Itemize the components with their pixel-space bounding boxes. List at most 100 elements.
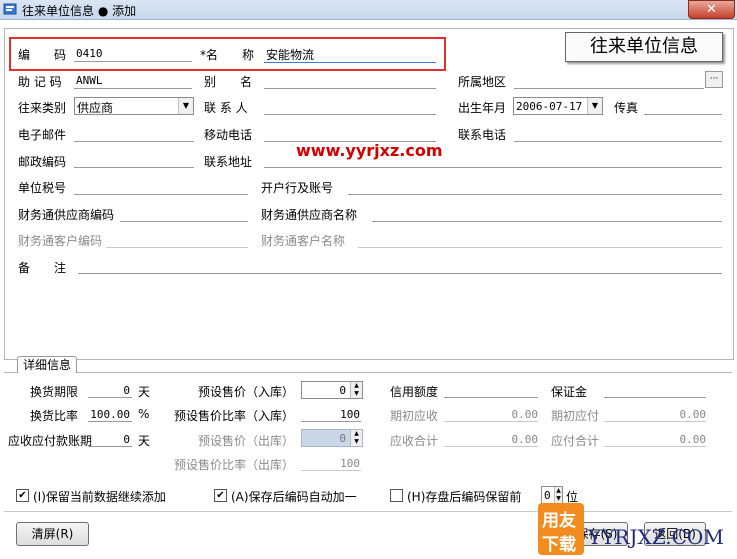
payment-period-unit: 天: [138, 434, 151, 448]
init-receivable-underline: [444, 421, 538, 422]
payable-total-input[interactable]: 0.00: [604, 433, 707, 446]
init-payable-input[interactable]: 0.00: [604, 408, 707, 421]
payment-period-input[interactable]: 0: [92, 433, 130, 446]
exchange-period-unit: 天: [138, 385, 151, 399]
email-input[interactable]: [74, 141, 194, 142]
clear-button-label: 清屏(R): [31, 527, 74, 541]
init-payable-underline: [604, 421, 706, 422]
exchange-ratio-underline: [88, 421, 132, 422]
phone-input[interactable]: [514, 141, 722, 142]
fin-customer-code-label: 财务通客户编码: [18, 234, 103, 248]
preset-price-out-value: 0: [339, 432, 346, 445]
exchange-ratio-unit: %: [138, 407, 150, 421]
preset-price-in-value: 0: [339, 384, 346, 397]
spin-up-icon[interactable]: ▲: [350, 430, 362, 438]
spin-up-icon[interactable]: ▲: [350, 382, 362, 390]
fin-supplier-name-input[interactable]: [372, 221, 722, 222]
preset-price-in-spinner[interactable]: 0 ▲ ▼: [301, 381, 363, 399]
receivable-total-input[interactable]: 0.00: [444, 433, 539, 446]
fin-supplier-code-label: 财务通供应商编码: [18, 208, 115, 222]
code-label: 编 码: [18, 48, 67, 62]
logo-line2: 下载: [542, 535, 576, 555]
init-payable-label: 期初应付: [551, 409, 600, 423]
exchange-period-underline: [88, 397, 132, 398]
postcode-input[interactable]: [74, 167, 194, 168]
bank-label: 开户行及账号: [261, 181, 334, 195]
fin-customer-name-input[interactable]: [358, 247, 722, 248]
remark-label: 备 注: [18, 261, 67, 275]
clear-button[interactable]: 清屏(R): [16, 522, 89, 546]
name-underline: [264, 62, 436, 63]
type-select-value: 供应商: [77, 101, 114, 115]
phone-label: 联系电话: [458, 128, 507, 142]
spin-down-icon[interactable]: ▼: [350, 438, 362, 446]
credit-input[interactable]: [444, 397, 538, 398]
postcode-label: 邮政编码: [18, 155, 67, 169]
mobile-label: 移动电话: [204, 128, 253, 142]
app-icon: [3, 3, 17, 15]
keep-prefix-label: (H)存盘后编码保留前: [407, 490, 522, 504]
mnemonic-label: 助 记 码: [18, 75, 62, 89]
preset-ratio-in-label: 预设售价比率（入库）: [174, 409, 295, 423]
tab-detail-label: 详细信息: [22, 358, 71, 372]
remark-input[interactable]: [78, 273, 722, 274]
logo-text: YYRJXZ.COM: [588, 525, 724, 549]
mnemonic-underline: [74, 88, 192, 89]
window-title: 往来单位信息 ● 添加: [22, 4, 137, 18]
spin-down-icon[interactable]: ▼: [350, 390, 362, 398]
exchange-ratio-input[interactable]: 100.00: [88, 408, 130, 421]
fin-customer-code-input[interactable]: [106, 247, 248, 248]
preset-ratio-out-input[interactable]: 100: [304, 457, 360, 470]
preset-price-out-spinner[interactable]: 0 ▲ ▼: [301, 429, 363, 447]
contact-input[interactable]: [264, 114, 436, 115]
fin-customer-name-label: 财务通客户名称: [261, 234, 346, 248]
fax-input[interactable]: [644, 114, 722, 115]
region-picker-button[interactable]: ···: [705, 71, 723, 88]
tab-detail[interactable]: 详细信息: [17, 356, 77, 373]
payment-period-underline: [88, 446, 132, 447]
preset-price-out-label: 预设售价（出库）: [198, 434, 295, 448]
payable-total-label: 应付合计: [551, 434, 600, 448]
detail-divider: [4, 372, 732, 373]
preset-price-in-label: 预设售价（入库）: [198, 385, 295, 399]
fin-supplier-code-input[interactable]: [120, 221, 248, 222]
name-label: *名 称: [200, 48, 255, 62]
code-underline: [74, 61, 192, 62]
alias-input[interactable]: [264, 88, 436, 89]
deposit-input[interactable]: [604, 397, 706, 398]
init-receivable-input[interactable]: 0.00: [444, 408, 539, 421]
keep-prefix-spinner[interactable]: 0 ▲ ▼: [541, 486, 563, 504]
exchange-period-input[interactable]: 0: [92, 384, 130, 397]
address-label: 联系地址: [204, 155, 253, 169]
keep-data-checkbox[interactable]: ✔: [16, 489, 29, 502]
birth-date-value: 2006-07-17: [516, 100, 583, 113]
code-input[interactable]: 0410: [76, 47, 103, 60]
address-input[interactable]: [264, 167, 722, 168]
preset-ratio-in-input[interactable]: 100: [304, 408, 360, 421]
region-input[interactable]: [514, 88, 704, 89]
type-select[interactable]: 供应商 ▼: [74, 97, 194, 115]
type-label: 往来类别: [18, 101, 67, 115]
close-button[interactable]: ✕: [688, 0, 735, 19]
tax-no-input[interactable]: [74, 194, 248, 195]
mnemonic-input[interactable]: ANWL: [76, 74, 103, 87]
keep-prefix-checkbox[interactable]: [390, 489, 403, 502]
chevron-down-icon: ▼: [587, 98, 602, 114]
auto-increment-checkbox[interactable]: ✔: [214, 489, 227, 502]
tax-no-label: 单位税号: [18, 181, 67, 195]
preset-ratio-in-underline: [301, 421, 361, 422]
preset-ratio-out-label: 预设售价比率（出库）: [174, 458, 295, 472]
birth-date-picker[interactable]: 2006-07-17 ▼: [513, 97, 603, 115]
bank-input[interactable]: [348, 194, 722, 195]
email-label: 电子邮件: [18, 128, 67, 142]
keep-prefix-value: 0: [544, 489, 551, 502]
spin-up-icon[interactable]: ▲: [554, 487, 562, 495]
birth-label: 出生年月: [458, 101, 507, 115]
title-bar: 往来单位信息 ● 添加 ✕: [0, 0, 737, 20]
name-input[interactable]: 安能物流: [266, 46, 314, 63]
bottom-divider: [4, 511, 732, 512]
region-label: 所属地区: [458, 75, 507, 89]
fin-supplier-name-label: 财务通供应商名称: [261, 208, 358, 222]
spin-down-icon[interactable]: ▼: [554, 495, 562, 503]
credit-label: 信用额度: [390, 385, 439, 399]
